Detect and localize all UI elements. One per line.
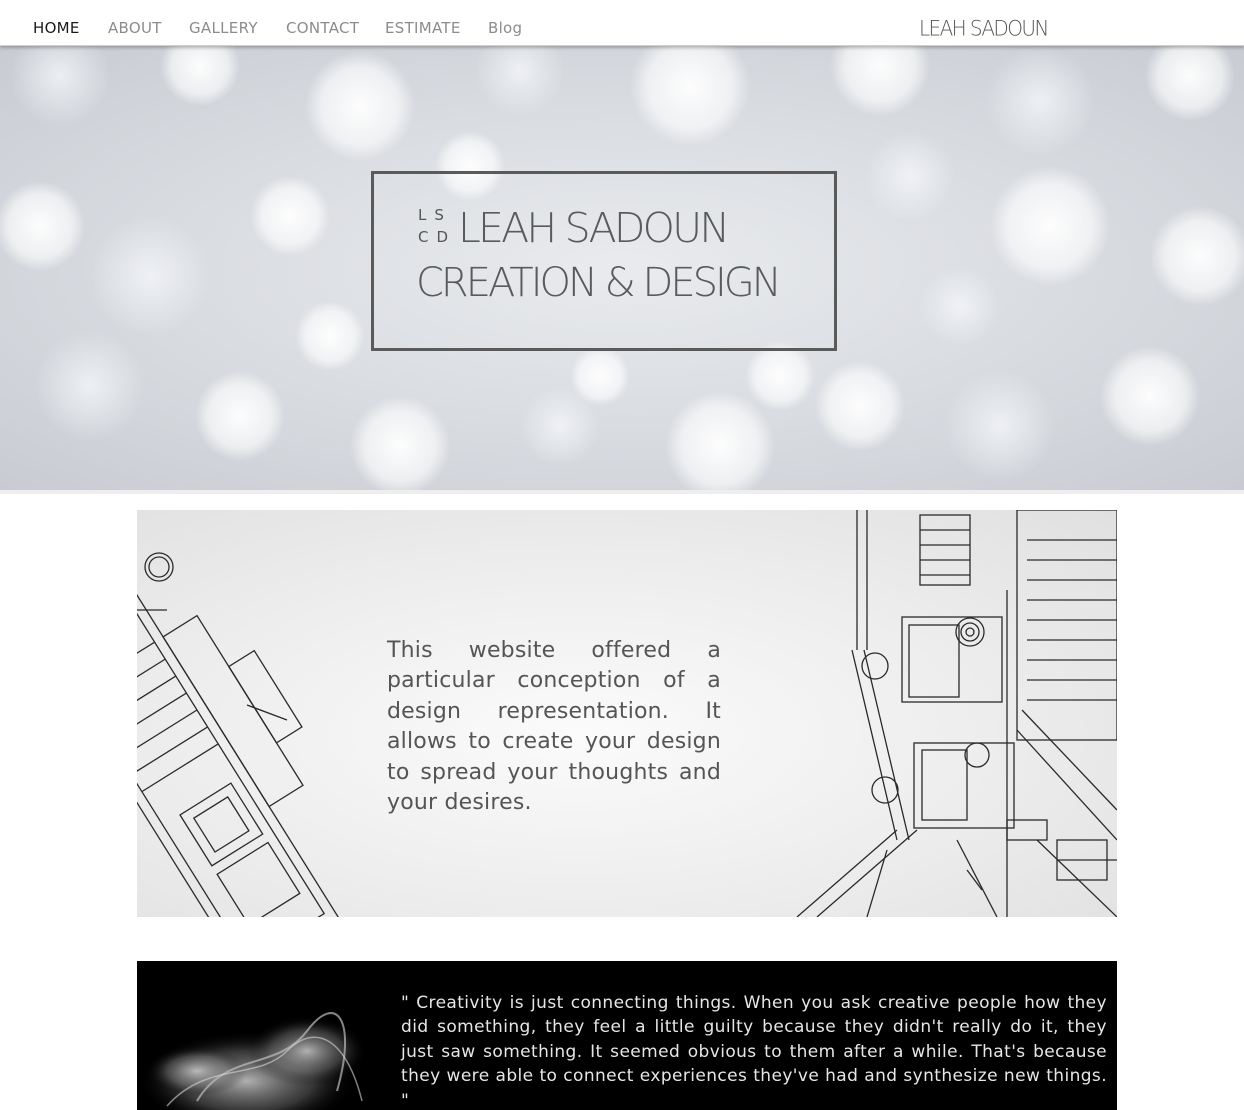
- bokeh-spot: [10, 46, 110, 126]
- about-panel: This website offered a particular concep…: [137, 510, 1117, 917]
- nav-blog[interactable]: Blog: [488, 19, 522, 37]
- hero-banner: LS CD LEAH SADOUN CREATION & DESIGN: [0, 46, 1244, 490]
- bokeh-spot: [570, 346, 630, 406]
- bokeh-spot: [990, 166, 1110, 286]
- bokeh-spot: [195, 371, 285, 461]
- bokeh-spot: [665, 391, 775, 490]
- bokeh-spot: [90, 216, 210, 336]
- bokeh-spot: [945, 371, 1055, 481]
- bokeh-spot: [295, 301, 365, 371]
- bokeh-spot: [1100, 346, 1200, 446]
- bokeh-spot: [1150, 206, 1244, 306]
- bokeh-spot: [985, 46, 1095, 156]
- hero-subtitle: CREATION & DESIGN: [416, 260, 782, 306]
- nav-contact[interactable]: CONTACT: [286, 19, 359, 37]
- bokeh-spot: [745, 341, 815, 411]
- top-navigation: HOME ABOUT GALLERY CONTACT ESTIMATE Blog…: [0, 0, 1244, 46]
- bokeh-spot: [865, 131, 955, 221]
- blueprint-right: [796, 510, 1117, 917]
- bokeh-spot: [475, 46, 565, 116]
- hero-monogram: LS CD: [418, 204, 450, 248]
- bokeh-spot: [350, 396, 450, 490]
- quote-text: " Creativity is just connecting things. …: [401, 993, 1107, 1110]
- bokeh-spot: [0, 181, 85, 271]
- bokeh-spot: [35, 331, 145, 441]
- bokeh-spot: [250, 176, 330, 256]
- monogram-bottom: CD: [418, 228, 457, 246]
- hero-title: LEAH SADOUN: [458, 204, 730, 252]
- nav-about[interactable]: ABOUT: [108, 19, 162, 37]
- bokeh-spot: [830, 46, 930, 116]
- hero-divider: [0, 490, 1244, 494]
- bokeh-spot: [305, 51, 415, 161]
- bokeh-spot: [160, 46, 240, 106]
- quote-panel: " Creativity is just connecting things. …: [137, 961, 1117, 1110]
- bokeh-spot: [920, 266, 1000, 346]
- nav-home[interactable]: HOME: [33, 19, 80, 37]
- bokeh-spot: [1145, 46, 1235, 121]
- nav-gallery[interactable]: GALLERY: [189, 19, 258, 37]
- nav-estimate[interactable]: ESTIMATE: [385, 19, 461, 37]
- about-text: This website offered a particular concep…: [387, 638, 721, 816]
- hero-title-frame: LS CD LEAH SADOUN CREATION & DESIGN: [371, 171, 837, 351]
- bokeh-spot: [630, 46, 750, 146]
- monogram-top: LS: [418, 206, 452, 224]
- site-brand[interactable]: LEAH SADOUN: [919, 15, 1049, 40]
- bokeh-spot: [815, 361, 905, 451]
